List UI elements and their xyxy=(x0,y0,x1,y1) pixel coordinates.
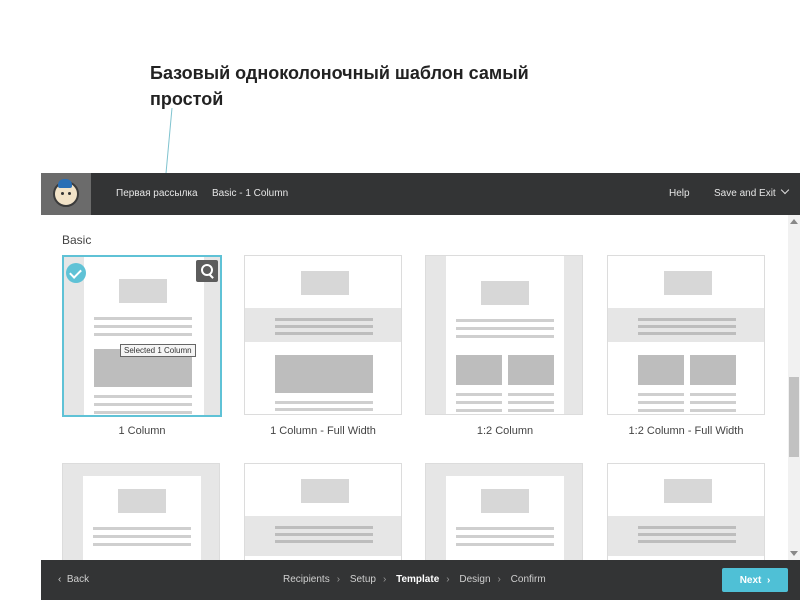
template-card-row2-4[interactable] xyxy=(607,463,765,560)
template-preview-row2-4 xyxy=(608,464,764,560)
top-bar: Первая рассылка Basic - 1 Column Help Sa… xyxy=(41,173,800,215)
step-template[interactable]: Template xyxy=(396,574,439,585)
email-builder-app: Первая рассылка Basic - 1 Column Help Sa… xyxy=(41,173,800,600)
save-and-exit-label: Save and Exit xyxy=(714,188,776,199)
vertical-scrollbar[interactable] xyxy=(788,215,800,560)
template-label-1-2-column: 1:2 Column xyxy=(476,425,534,437)
template-label-1-column: 1 Column xyxy=(118,425,166,437)
template-card-row2-3[interactable] xyxy=(425,463,583,560)
preview-zoom-icon[interactable] xyxy=(196,260,218,282)
scroll-up-arrow-icon[interactable] xyxy=(790,219,798,224)
save-and-exit-button[interactable]: Save and Exit xyxy=(714,185,789,199)
template-gallery: Basic 1 Column 1 Column - Full Width 1:2… xyxy=(41,215,788,560)
next-label: Next xyxy=(739,574,762,586)
selected-check-icon xyxy=(66,263,86,283)
mailchimp-logo[interactable] xyxy=(41,173,91,215)
selected-tooltip: Selected 1 Column xyxy=(120,344,196,357)
step-progress: Recipients › Setup › Template › Design › Con… xyxy=(283,574,546,585)
monkey-logo-icon xyxy=(53,179,79,207)
template-preview-1-column-full-width xyxy=(245,256,401,414)
back-label: Back xyxy=(66,574,90,585)
step-separator-icon: › xyxy=(446,574,450,585)
template-card-1-2-column-full-width[interactable] xyxy=(607,255,765,415)
step-confirm[interactable]: Confirm xyxy=(511,574,546,585)
template-card-row2-2[interactable] xyxy=(244,463,402,560)
chevron-down-icon xyxy=(780,185,789,195)
step-design[interactable]: Design xyxy=(459,574,490,585)
breadcrumb-campaign[interactable]: Первая рассылка xyxy=(116,188,198,199)
template-preview-row2-2 xyxy=(245,464,401,560)
annotation-text: Базовый одноколоночный шаблон самый прос… xyxy=(150,63,529,109)
step-setup[interactable]: Setup xyxy=(350,574,376,585)
scrollbar-thumb[interactable] xyxy=(789,377,799,457)
section-title: Basic xyxy=(62,233,92,247)
step-recipients[interactable]: Recipients xyxy=(283,574,330,585)
template-preview-1-2-column-full-width xyxy=(608,256,764,414)
template-card-1-column-full-width[interactable] xyxy=(244,255,402,415)
template-preview-row2-3 xyxy=(426,464,582,560)
template-label-1-column-full-width: 1 Column - Full Width xyxy=(270,425,376,437)
template-preview-row2-1 xyxy=(63,464,219,560)
next-button[interactable]: Next › xyxy=(722,568,788,592)
step-separator-icon: › xyxy=(497,574,501,585)
template-preview-1-2-column xyxy=(426,256,582,414)
template-label-1-2-column-full-width: 1:2 Column - Full Width xyxy=(628,425,744,437)
back-button[interactable]: ‹ Back xyxy=(58,574,89,585)
scroll-down-arrow-icon[interactable] xyxy=(790,551,798,556)
step-separator-icon: › xyxy=(382,574,387,585)
bottom-bar: ‹ Back Recipients › Setup › Template › Desi… xyxy=(41,560,800,600)
step-separator-icon: › xyxy=(336,574,341,585)
breadcrumb-template[interactable]: Basic - 1 Column xyxy=(212,188,288,199)
template-card-1-2-column[interactable] xyxy=(425,255,583,415)
help-link[interactable]: Help xyxy=(669,188,690,199)
template-card-row2-1[interactable] xyxy=(62,463,220,560)
